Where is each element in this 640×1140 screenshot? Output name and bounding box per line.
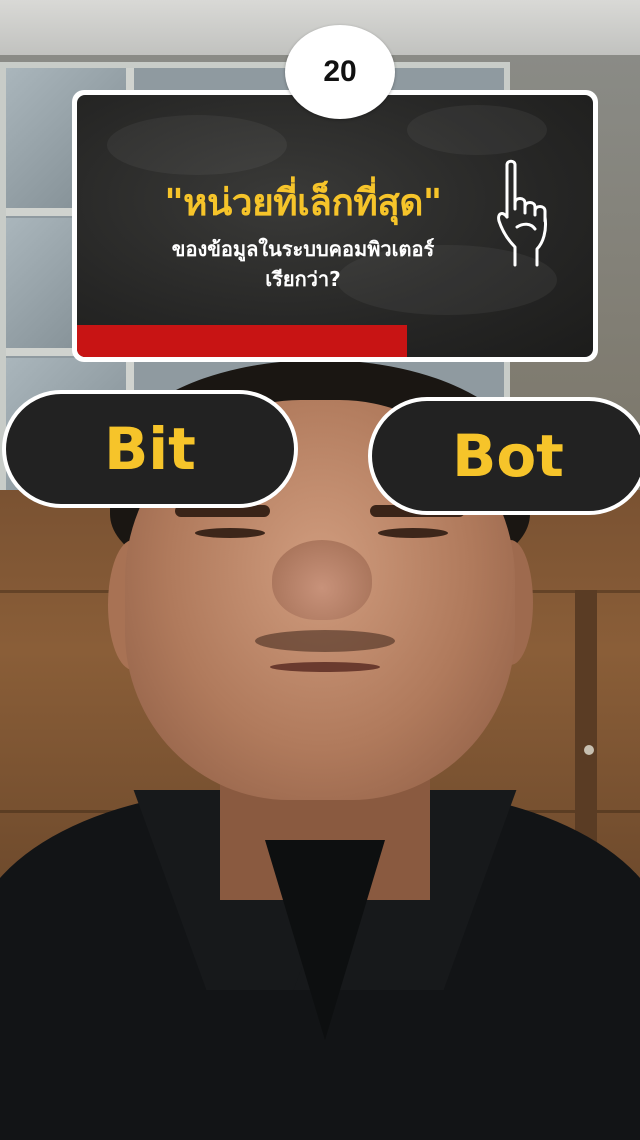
question-title: "หน่วยที่เล็กที่สุด" [164, 181, 442, 224]
question-line-2: ของข้อมูลในระบบคอมพิวเตอร์ [171, 237, 435, 261]
answer-button-right[interactable]: Bot [368, 397, 640, 515]
eye-left [195, 528, 265, 538]
nose [272, 540, 372, 620]
question-line-3: เรียกว่า? [265, 267, 341, 291]
shirt-neckline [265, 840, 385, 1040]
answer-button-left[interactable]: Bit [2, 390, 298, 508]
mouth [270, 662, 380, 672]
eye-right [378, 528, 448, 538]
countdown-timer: 20 [285, 25, 395, 119]
question-card: "หน่วยที่เล็กที่สุด" ของข้อมูลในระบบคอมพ… [72, 90, 598, 362]
time-progress-bar [77, 325, 593, 357]
chalkboard: "หน่วยที่เล็กที่สุด" ของข้อมูลในระบบคอมพ… [77, 95, 593, 357]
time-progress-fill [77, 325, 408, 357]
mustache [255, 630, 395, 652]
pointing-hand-icon [497, 159, 547, 267]
